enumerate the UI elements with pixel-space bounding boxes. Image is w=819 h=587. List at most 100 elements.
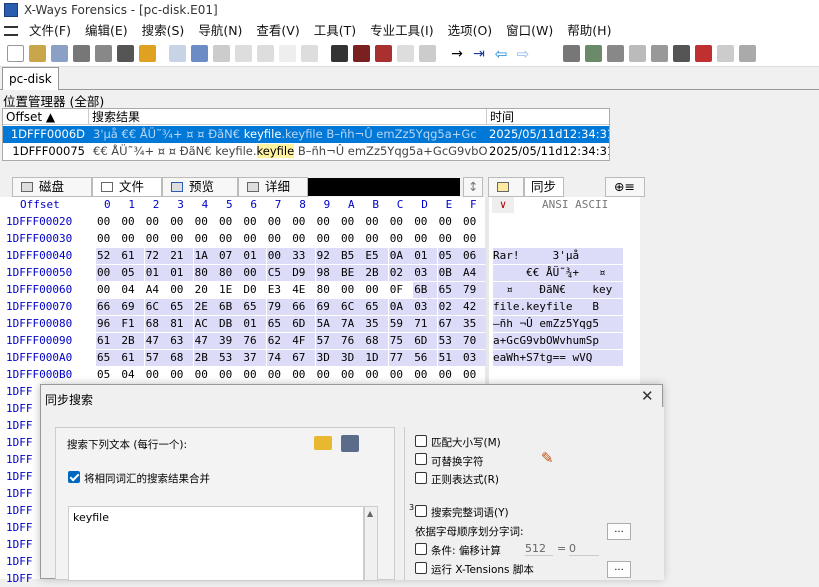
hex-byte[interactable]: 00 — [96, 214, 120, 230]
hex-byte[interactable]: 00 — [316, 214, 340, 230]
hex-byte[interactable]: 51 — [437, 350, 462, 366]
hex-byte[interactable]: 00 — [145, 214, 169, 230]
ansi-text[interactable] — [493, 214, 623, 230]
tab-details[interactable]: 详细 — [238, 177, 308, 197]
tab-pc-disk[interactable]: pc-disk — [2, 67, 59, 90]
ram-icon[interactable] — [606, 45, 624, 62]
hex-byte[interactable]: E3 — [267, 282, 291, 298]
hex-byte[interactable]: 69 — [120, 299, 145, 315]
textarea-scrollbar[interactable]: ▲ — [364, 506, 378, 581]
case-icon[interactable] — [116, 45, 134, 62]
regex-checkbox[interactable] — [415, 472, 427, 484]
hex-byte[interactable]: DB — [218, 316, 242, 332]
hex-byte[interactable]: 21 — [169, 248, 194, 264]
hex-byte[interactable]: 3D — [340, 350, 364, 366]
hex-byte[interactable]: 37 — [242, 350, 267, 366]
hex-byte[interactable]: 00 — [291, 367, 315, 383]
goto-offset-icon[interactable]: ⇥ — [471, 45, 488, 62]
info-icon[interactable] — [738, 45, 756, 62]
hex-byte[interactable]: 3D — [315, 350, 340, 366]
menu-pro-tools[interactable]: 专业工具(I) — [363, 20, 440, 41]
menu-file[interactable]: 文件(F) — [22, 20, 78, 41]
hex-byte[interactable]: 00 — [340, 231, 364, 247]
hex-byte[interactable]: 04 — [120, 367, 144, 383]
hex-byte[interactable]: 6B — [413, 282, 438, 298]
hex-byte[interactable]: 00 — [145, 231, 169, 247]
hex-byte[interactable]: 00 — [194, 231, 218, 247]
hex-byte[interactable]: 03 — [413, 265, 438, 281]
hex-byte[interactable]: E5 — [364, 248, 389, 264]
find-hex-icon[interactable] — [374, 45, 392, 62]
hex-byte[interactable]: 65 — [437, 282, 462, 298]
hex-byte[interactable]: 00 — [218, 367, 242, 383]
hex-byte[interactable]: 03 — [413, 299, 438, 315]
hex-byte[interactable]: 6D — [291, 316, 316, 332]
hex-byte[interactable]: 00 — [242, 214, 266, 230]
menu-edit[interactable]: 编辑(E) — [78, 20, 135, 41]
hex-byte[interactable]: 98 — [315, 265, 340, 281]
hex-byte[interactable]: 74 — [266, 350, 291, 366]
tab-file[interactable]: 文件 — [92, 177, 162, 197]
paste-icon[interactable] — [212, 45, 230, 62]
menu-search[interactable]: 搜索(S) — [135, 20, 192, 41]
hex-byte[interactable]: D0 — [242, 282, 266, 298]
binary-icon[interactable] — [278, 45, 296, 62]
hex-byte[interactable]: 0A — [388, 248, 413, 264]
whole-word-checkbox[interactable] — [415, 505, 427, 517]
hex-byte[interactable]: 00 — [389, 367, 413, 383]
replace-chars-checkbox[interactable] — [415, 453, 427, 465]
text-icon[interactable] — [716, 45, 734, 62]
hex-byte[interactable]: 67 — [437, 316, 462, 332]
hex-byte[interactable]: B5 — [340, 248, 364, 264]
hex-byte[interactable]: 00 — [291, 231, 315, 247]
menu-tools[interactable]: 工具(T) — [307, 20, 363, 41]
hex-byte[interactable]: 20 — [194, 282, 218, 298]
hex-byte[interactable]: 00 — [438, 367, 462, 383]
paste-special-icon[interactable] — [234, 45, 252, 62]
hex-byte[interactable]: 01 — [144, 265, 169, 281]
hex-byte[interactable]: 76 — [340, 333, 364, 349]
hex-byte[interactable]: 47 — [144, 333, 169, 349]
result-value-field[interactable]: 0 — [569, 542, 599, 556]
ansi-text[interactable]: file.keyfile B — [493, 299, 623, 315]
hex-byte[interactable]: 35 — [462, 316, 486, 332]
hex-byte[interactable]: 00 — [120, 214, 144, 230]
hex-byte[interactable]: 00 — [389, 214, 413, 230]
hex-byte[interactable]: 00 — [169, 231, 193, 247]
ansi-text[interactable] — [493, 231, 623, 247]
hex-byte[interactable]: 1E — [218, 282, 242, 298]
hex-byte[interactable]: 00 — [169, 367, 193, 383]
hex-byte[interactable]: 69 — [315, 299, 340, 315]
hex-byte[interactable]: 80 — [218, 265, 242, 281]
hex-byte[interactable]: 59 — [388, 316, 413, 332]
hex-byte[interactable]: 00 — [340, 367, 364, 383]
hex-byte[interactable]: 33 — [291, 248, 316, 264]
hex-byte[interactable]: 00 — [169, 214, 193, 230]
hex-byte[interactable]: 42 — [462, 299, 486, 315]
hex-byte[interactable]: 00 — [169, 282, 193, 298]
hex-byte[interactable]: 2B — [364, 265, 389, 281]
hex-byte[interactable]: 01 — [242, 316, 267, 332]
hex-byte[interactable]: 00 — [266, 248, 291, 264]
hex-byte[interactable]: 00 — [462, 367, 486, 383]
hex-byte[interactable]: AC — [193, 316, 218, 332]
hex-byte[interactable]: 96 — [96, 316, 120, 332]
hex-byte[interactable]: 76 — [242, 333, 267, 349]
tab-preview[interactable]: 预览 — [162, 177, 238, 197]
tab-disk[interactable]: 磁盘 — [12, 177, 92, 197]
menu-navigate[interactable]: 导航(N) — [191, 20, 249, 41]
hex-byte[interactable]: 00 — [242, 265, 267, 281]
hex-byte[interactable]: 4E — [291, 282, 315, 298]
new-file-icon[interactable] — [6, 45, 24, 62]
open-folder-icon[interactable] — [28, 45, 46, 62]
find-text-icon[interactable] — [352, 45, 370, 62]
hex-byte[interactable]: 00 — [242, 367, 266, 383]
hex-byte[interactable]: BE — [340, 265, 364, 281]
hex-byte[interactable]: 00 — [120, 231, 144, 247]
hex-byte[interactable]: 6B — [218, 299, 242, 315]
menu-options[interactable]: 选项(O) — [441, 20, 500, 41]
hex-byte[interactable]: A4 — [462, 265, 486, 281]
match-case-checkbox[interactable] — [415, 435, 427, 447]
hex-byte[interactable]: 06 — [462, 248, 486, 264]
hex-byte[interactable]: 70 — [462, 333, 486, 349]
